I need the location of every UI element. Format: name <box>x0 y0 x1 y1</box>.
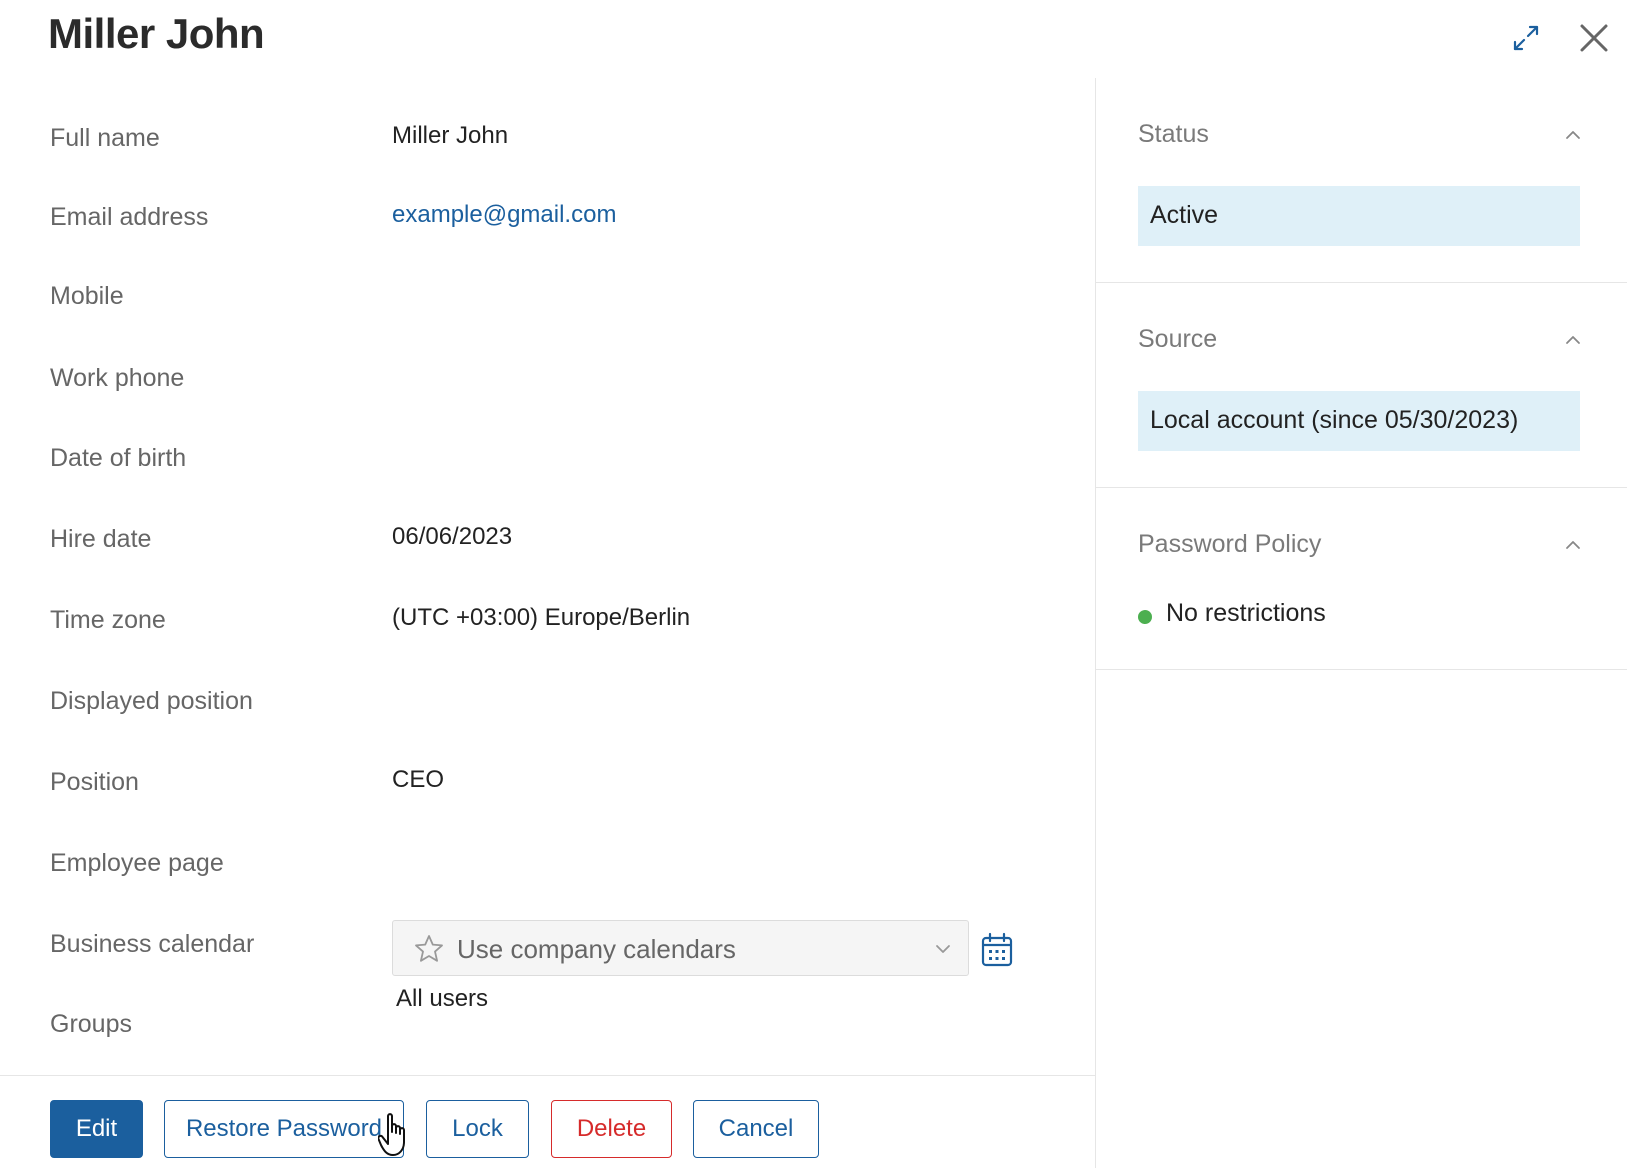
open-calendar-button[interactable] <box>980 932 1014 968</box>
password-policy-title: Password Policy <box>1138 530 1322 558</box>
full-name-value: Miller John <box>392 122 509 149</box>
chevron-down-icon <box>936 945 950 953</box>
field-row-hire-date: Hire date 06/06/2023 <box>0 519 1095 559</box>
expand-icon <box>1513 25 1539 51</box>
field-label: Displayed position <box>50 687 253 715</box>
hire-date-value: 06/06/2023 <box>392 523 513 550</box>
field-label: Business calendar <box>50 930 255 958</box>
field-label: Date of birth <box>50 444 187 472</box>
star-icon <box>415 935 443 962</box>
source-section: Source Local account (since 05/30/2023) <box>1096 283 1627 488</box>
source-badge: Local account (since 05/30/2023) <box>1138 391 1580 451</box>
close-icon <box>1580 24 1608 52</box>
cancel-button[interactable]: Cancel <box>693 1100 819 1158</box>
status-collapse-button[interactable] <box>1558 120 1588 150</box>
password-policy-collapse-button[interactable] <box>1558 530 1588 560</box>
action-bar: Edit Restore Password Lock Delete Cancel <box>0 1100 1095 1158</box>
business-calendar-value: Use company calendars <box>457 934 736 964</box>
field-label: Mobile <box>50 282 124 310</box>
field-row-mobile: Mobile <box>0 276 1095 316</box>
footer-divider <box>0 1075 1095 1076</box>
business-calendar-select[interactable]: Use company calendars <box>392 920 969 976</box>
field-label: Time zone <box>50 606 166 634</box>
field-row-business-calendar: Business calendar Use company calendars <box>0 920 1095 976</box>
password-policy-value: No restrictions <box>1166 599 1326 627</box>
chevron-up-icon <box>1566 336 1580 344</box>
field-row-email: Email address example@gmail.com <box>0 197 1095 237</box>
edit-button[interactable]: Edit <box>50 1100 143 1158</box>
field-row-date-of-birth: Date of birth <box>0 438 1095 478</box>
status-badge: Active <box>1138 186 1580 246</box>
calendar-icon <box>981 932 1013 967</box>
status-section: Status Active <box>1096 78 1627 283</box>
time-zone-value: (UTC +03:00) Europe/Berlin <box>392 604 691 631</box>
field-row-displayed-position: Displayed position <box>0 681 1095 721</box>
position-value: CEO <box>392 766 445 793</box>
expand-button[interactable] <box>1508 20 1544 56</box>
delete-button[interactable]: Delete <box>551 1100 672 1158</box>
page-title: Miller John <box>48 10 265 57</box>
password-policy-section: Password Policy No restrictions <box>1096 488 1627 670</box>
field-label: Work phone <box>50 364 185 392</box>
field-label: Full name <box>50 124 160 152</box>
chevron-up-icon <box>1566 131 1580 139</box>
groups-value: All users <box>396 985 489 1012</box>
field-row-work-phone: Work phone <box>0 358 1095 398</box>
user-details-form: Full name Miller John Email address exam… <box>0 78 1095 1078</box>
status-dot-icon <box>1138 610 1152 624</box>
close-button[interactable] <box>1574 18 1614 58</box>
source-title: Source <box>1138 325 1218 353</box>
field-row-groups: Groups All users <box>0 985 1095 1044</box>
field-label: Hire date <box>50 525 152 553</box>
chevron-up-icon <box>1566 541 1580 549</box>
restore-password-button[interactable]: Restore Password <box>164 1100 404 1158</box>
status-value: Active <box>1150 201 1219 229</box>
field-row-position: Position CEO <box>0 762 1095 802</box>
field-row-full-name: Full name Miller John <box>0 118 1095 158</box>
field-label: Position <box>50 768 139 796</box>
field-label: Groups <box>50 1010 132 1038</box>
lock-button[interactable]: Lock <box>426 1100 529 1158</box>
field-row-time-zone: Time zone (UTC +03:00) Europe/Berlin <box>0 600 1095 640</box>
source-collapse-button[interactable] <box>1558 325 1588 355</box>
field-label: Employee page <box>50 849 224 877</box>
email-link[interactable]: example@gmail.com <box>392 201 616 229</box>
status-title: Status <box>1138 120 1209 148</box>
source-value: Local account (since 05/30/2023) <box>1150 406 1519 434</box>
field-row-employee-page: Employee page <box>0 843 1095 883</box>
field-label: Email address <box>50 203 209 231</box>
